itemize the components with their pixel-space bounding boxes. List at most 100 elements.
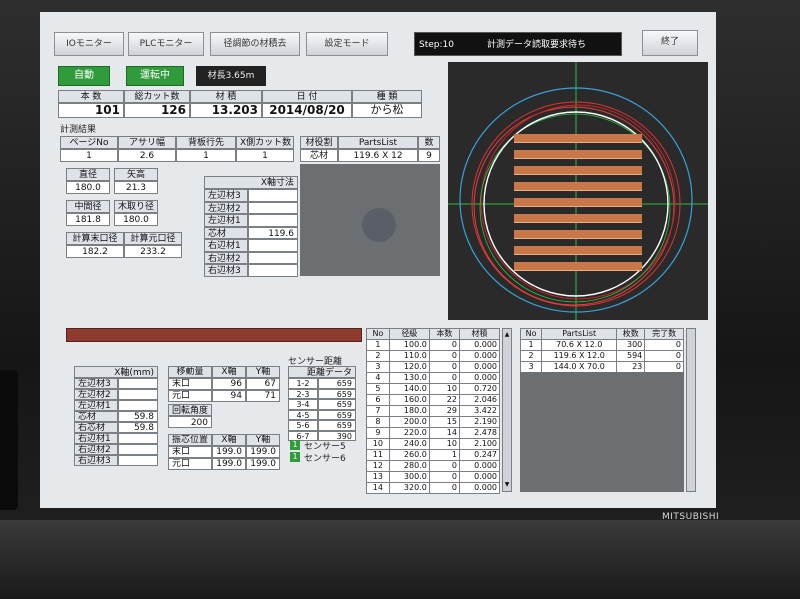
summary-species: から松: [352, 103, 422, 118]
diameter-class-cell: 13: [366, 471, 390, 483]
diameter-class-cell: 0: [428, 471, 460, 483]
table-row[interactable]: 14 320.0 0 0.000: [366, 482, 501, 494]
diameter-class-cell: 2.046: [458, 394, 501, 406]
diameter-class-cell: 7: [366, 405, 390, 417]
diameter-table-scrollbar[interactable]: ▲ ▼: [502, 328, 512, 492]
lumber-board: [514, 262, 642, 271]
parts-table-scrollbar[interactable]: [686, 328, 696, 492]
table-row[interactable]: 9 220.0 14 2.478: [366, 427, 501, 439]
parts-list-empty-area: [520, 372, 684, 492]
table-row[interactable]: 1 100.0 0 0.000: [366, 339, 501, 351]
table-row[interactable]: 12 280.0 0 0.000: [366, 460, 501, 472]
table-row[interactable]: 7 180.0 29 3.422: [366, 405, 501, 417]
xside-row-label: 左辺材3: [204, 189, 248, 202]
table-row[interactable]: 11 260.0 1 0.247: [366, 449, 501, 461]
measure-header-slab: 背板行先: [176, 136, 236, 149]
preview-spot: [362, 208, 396, 242]
lumber-board: [514, 198, 642, 207]
angle-value: 200: [168, 416, 212, 428]
table-row[interactable]: 1 70.6 X 12.0 300 0: [519, 339, 684, 351]
parts-header-list: PartsList: [338, 136, 418, 149]
parts-list-table: No PartsList 枚数 完了数 1 70.6 X 12.0 300 0 2 119.6 X…: [519, 328, 684, 373]
parts-list-cell: 2: [519, 350, 543, 362]
summary-count: 101: [58, 103, 124, 118]
sensor6-indicator: 1: [290, 452, 300, 462]
xside-row-label: 芯材: [204, 226, 248, 239]
lumber-board: [514, 246, 642, 255]
table-row[interactable]: 10 240.0 10 2.100: [366, 438, 501, 450]
scroll-down-icon[interactable]: ▼: [504, 481, 510, 489]
end-button[interactable]: 終了: [642, 30, 698, 56]
parts-list-cell: 0: [644, 339, 684, 351]
diameter-class-cell: 110.0: [388, 350, 430, 362]
diameter-class-cell: 100.0: [388, 339, 430, 351]
parts-list-header: No: [519, 328, 543, 340]
diam-top-end: 182.2: [66, 245, 124, 258]
table-row[interactable]: 2 119.6 X 12.0 594 0: [519, 350, 684, 362]
diameter-class-cell: 180.0: [388, 405, 430, 417]
summary-volume: 13.203: [190, 103, 262, 118]
center-cell: 199.0: [246, 458, 280, 470]
lumber-board: [514, 182, 642, 191]
table-row[interactable]: 8 200.0 15 2.190: [366, 416, 501, 428]
lumber-board: [514, 230, 642, 239]
center-header: 振芯位置: [168, 434, 212, 446]
diameter-class-cell: 3: [366, 361, 390, 373]
table-row[interactable]: 5 140.0 10 0.720: [366, 383, 501, 395]
parts-list-cell: 3: [519, 361, 543, 373]
lumber-board: [514, 214, 642, 223]
table-row[interactable]: 3 144.0 X 70.0 23 0: [519, 361, 684, 373]
parts-header-role: 材役割: [300, 136, 338, 149]
diameter-class-cell: 0.247: [458, 449, 501, 461]
tab-diameter-adjust[interactable]: 径調節の材積去: [210, 32, 300, 56]
alarm-message-bar: [66, 328, 362, 342]
xside-row-label: 右辺材3: [204, 264, 248, 277]
measure-header-xcuts: X側カット数: [236, 136, 294, 149]
tab-settings-mode[interactable]: 設定モード: [306, 32, 388, 56]
xside-row-value: [248, 239, 298, 252]
diameter-class-cell: 14: [366, 482, 390, 494]
diameter-class-cell: 22: [428, 394, 460, 406]
diam-butt-end: 233.2: [124, 245, 182, 258]
diameter-class-cell: 0.000: [458, 460, 501, 472]
diameter-class-cell: 1: [366, 339, 390, 351]
diam-diameter: 180.0: [66, 181, 110, 194]
sensor-row-label: 2-3: [288, 388, 318, 399]
parts-list-header: 枚数: [616, 328, 646, 340]
lower-left-row-value: [118, 378, 158, 389]
center-cell: 199.0: [246, 446, 280, 458]
diameter-class-cell: 280.0: [388, 460, 430, 472]
center-cell: 元口: [168, 458, 212, 470]
sensor-row-value: 659: [318, 409, 356, 420]
tab-io-monitor[interactable]: IOモニター: [54, 32, 124, 56]
table-row[interactable]: 2 110.0 0 0.000: [366, 350, 501, 362]
running-indicator[interactable]: 運転中: [126, 66, 184, 86]
diameter-class-cell: 12: [366, 460, 390, 472]
xside-row-value: [248, 214, 298, 227]
table-row[interactable]: 6 160.0 22 2.046: [366, 394, 501, 406]
table-row[interactable]: 3 120.0 0 0.000: [366, 361, 501, 373]
parts-list-cell: 119.6 X 12.0: [541, 350, 618, 362]
shift-cell: 96: [212, 378, 246, 390]
sensor-row-label: 1-2: [288, 378, 318, 389]
auto-mode-indicator[interactable]: 自動: [58, 66, 110, 86]
center-header: Y軸: [246, 434, 280, 446]
center-cell: 199.0: [212, 458, 246, 470]
parts-list-cell: 70.6 X 12.0: [541, 339, 618, 351]
table-row[interactable]: 4 130.0 0 0.000: [366, 372, 501, 384]
diameter-class-cell: 0.000: [458, 361, 501, 373]
section-measure-title: 計測結果: [60, 125, 97, 135]
scroll-up-icon[interactable]: ▲: [504, 331, 510, 339]
lower-left-row-value: [118, 444, 158, 455]
diameter-class-cell: 0.000: [458, 471, 501, 483]
diam-label-diameter: 直径: [66, 168, 110, 181]
diam-middle: 181.8: [66, 213, 110, 226]
table-row[interactable]: 13 300.0 0 0.000: [366, 471, 501, 483]
measure-header-kerf: アサリ幅: [118, 136, 176, 149]
tab-plc-monitor[interactable]: PLCモニター: [128, 32, 204, 56]
summary-header-count: 本 数: [58, 90, 124, 103]
parts-list: 119.6 X 12: [338, 149, 418, 162]
sensor-header: 距離データ: [288, 366, 356, 378]
diameter-class-cell: 29: [428, 405, 460, 417]
parts-list-cell: 594: [616, 350, 646, 362]
